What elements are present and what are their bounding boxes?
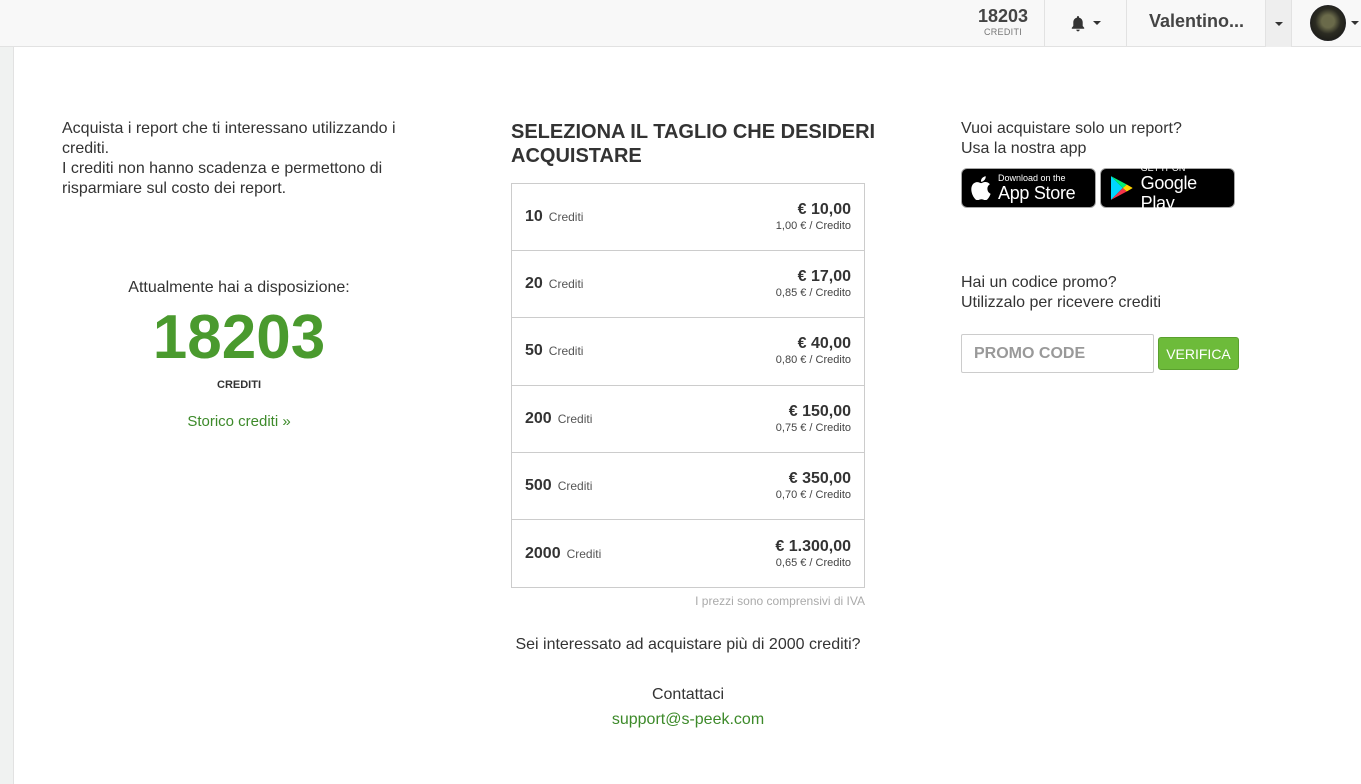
app-text-line: Usa la nostra app: [961, 140, 1087, 157]
package-row[interactable]: 500 Crediti € 350,00 0,70 € / Credito: [512, 453, 864, 520]
intro-line: I crediti non hanno scadenza e permetton…: [62, 160, 383, 197]
header-credits-label: CREDITI: [983, 27, 1023, 37]
apple-icon: [971, 176, 991, 200]
package-quantity-group: 500 Crediti: [525, 477, 592, 495]
package-unit: Crediti: [548, 210, 584, 225]
verify-button[interactable]: VERIFICA: [1158, 337, 1239, 370]
package-quantity: 10: [525, 208, 543, 226]
package-price: € 150,00: [788, 402, 851, 420]
package-quantity-group: 2000 Crediti: [525, 545, 601, 563]
package-quantity-group: 20 Crediti: [525, 275, 583, 293]
google-play-button[interactable]: GET IT ON Google Play: [1100, 163, 1235, 213]
package-quantity-group: 10 Crediti: [525, 208, 583, 226]
packages-table: 10 Crediti € 10,00 1,00 € / Credito 20 Credit…: [511, 183, 865, 589]
contact-label: Contattaci: [651, 686, 725, 703]
package-row[interactable]: 200 Crediti € 150,00 0,75 € / Credito: [512, 386, 864, 453]
promo-code-input[interactable]: [961, 334, 1154, 373]
available-credits: 18203: [152, 303, 326, 372]
avatar[interactable]: [1310, 5, 1346, 41]
package-unit-price: 0,70 € / Credito: [775, 488, 851, 501]
package-row[interactable]: 20 Crediti € 17,00 0,85 € / Credito: [512, 251, 864, 319]
package-quantity: 500: [525, 476, 552, 494]
google-play-label: Google Play: [1140, 173, 1198, 213]
package-price: € 1.300,00: [775, 537, 851, 555]
package-row[interactable]: 10 Crediti € 10,00 1,00 € / Credito: [512, 184, 864, 252]
package-price-group: € 40,00 0,80 € / Credito: [776, 335, 851, 367]
app-store-label: App Store: [998, 183, 1076, 203]
chevron-down-icon: [1274, 21, 1283, 26]
credit-history-link[interactable]: Storico crediti »: [62, 413, 416, 430]
package-quantity-group: 200 Crediti: [525, 410, 592, 428]
package-unit-price: 0,85 € / Credito: [775, 287, 851, 300]
package-unit: Crediti: [566, 546, 602, 561]
package-unit: Crediti: [548, 344, 584, 359]
promo-text: Hai un codice promo? Utilizzalo per rice…: [961, 273, 1161, 313]
user-menu-toggle[interactable]: [1265, 0, 1292, 47]
promo-text-line: Utilizzalo per ricevere crediti: [961, 294, 1162, 311]
vat-note: I prezzi sono comprensivi di IVA: [695, 594, 865, 608]
google-play-icon: [1110, 176, 1133, 200]
promo-text-line: Hai un codice promo?: [961, 274, 1117, 291]
sidebar-strip: [0, 47, 14, 784]
package-price: € 40,00: [797, 335, 851, 353]
user-name[interactable]: Valentino...: [1149, 11, 1244, 32]
package-price: € 17,00: [797, 268, 851, 286]
package-unit: Crediti: [548, 277, 584, 292]
available-label: Attualmente hai a disposizione:: [128, 279, 350, 296]
package-price-group: € 350,00 0,70 € / Credito: [776, 470, 851, 502]
package-price-group: € 10,00 1,00 € / Credito: [776, 201, 851, 233]
package-quantity: 2000: [525, 544, 561, 562]
package-unit: Crediti: [557, 478, 593, 493]
app-promo-text: Vuoi acquistare solo un report? Usa la n…: [961, 119, 1182, 159]
package-unit-price: 0,80 € / Credito: [775, 354, 851, 367]
chevron-down-icon: [1093, 21, 1101, 25]
notifications-button[interactable]: [1070, 13, 1110, 33]
package-quantity-group: 50 Crediti: [525, 342, 583, 360]
package-price: € 10,00: [797, 201, 851, 219]
package-price-group: € 1.300,00 0,65 € / Credito: [775, 538, 851, 570]
package-unit: Crediti: [557, 411, 593, 426]
header-credits[interactable]: 18203 CREDITI: [962, 5, 1044, 38]
package-price-group: € 17,00 0,85 € / Credito: [776, 268, 851, 300]
app-store-button[interactable]: Download on the App Store: [961, 168, 1096, 208]
package-unit-price: 0,65 € / Credito: [775, 556, 851, 569]
more-credits-question: Sei interessato ad acquistare più di 200…: [515, 636, 861, 653]
chevron-down-icon[interactable]: [1351, 21, 1359, 25]
package-price-group: € 150,00 0,75 € / Credito: [776, 403, 851, 435]
package-quantity: 20: [525, 275, 543, 293]
package-unit-price: 1,00 € / Credito: [775, 220, 851, 233]
google-play-small-text: GET IT ON: [1140, 163, 1186, 173]
bell-icon: [1071, 15, 1085, 31]
package-quantity: 200: [525, 409, 552, 427]
divider: [1044, 0, 1045, 47]
package-price: € 350,00: [788, 469, 851, 487]
intro-line: Acquista i report che ti interessano uti…: [62, 120, 396, 157]
page-title: SELEZIONA IL TAGLIO CHE DESIDERI ACQUIST…: [511, 121, 876, 167]
app-text-line: Vuoi acquistare solo un report?: [961, 120, 1182, 137]
contact-email-link[interactable]: support@s-peek.com: [511, 711, 865, 729]
package-unit-price: 0,75 € / Credito: [775, 421, 851, 434]
available-unit: CREDITI: [217, 379, 261, 391]
package-row[interactable]: 50 Crediti € 40,00 0,80 € / Credito: [512, 318, 864, 386]
app-store-small-text: Download on the: [998, 173, 1066, 183]
intro-text: Acquista i report che ti interessano uti…: [62, 119, 422, 199]
package-quantity: 50: [525, 342, 543, 360]
header-credits-value: 18203: [977, 6, 1029, 26]
divider: [1126, 0, 1127, 47]
package-row[interactable]: 2000 Crediti € 1.300,00 0,65 € / Credito: [512, 520, 864, 587]
top-bar: 18203 CREDITI Valentino...: [0, 0, 1361, 47]
